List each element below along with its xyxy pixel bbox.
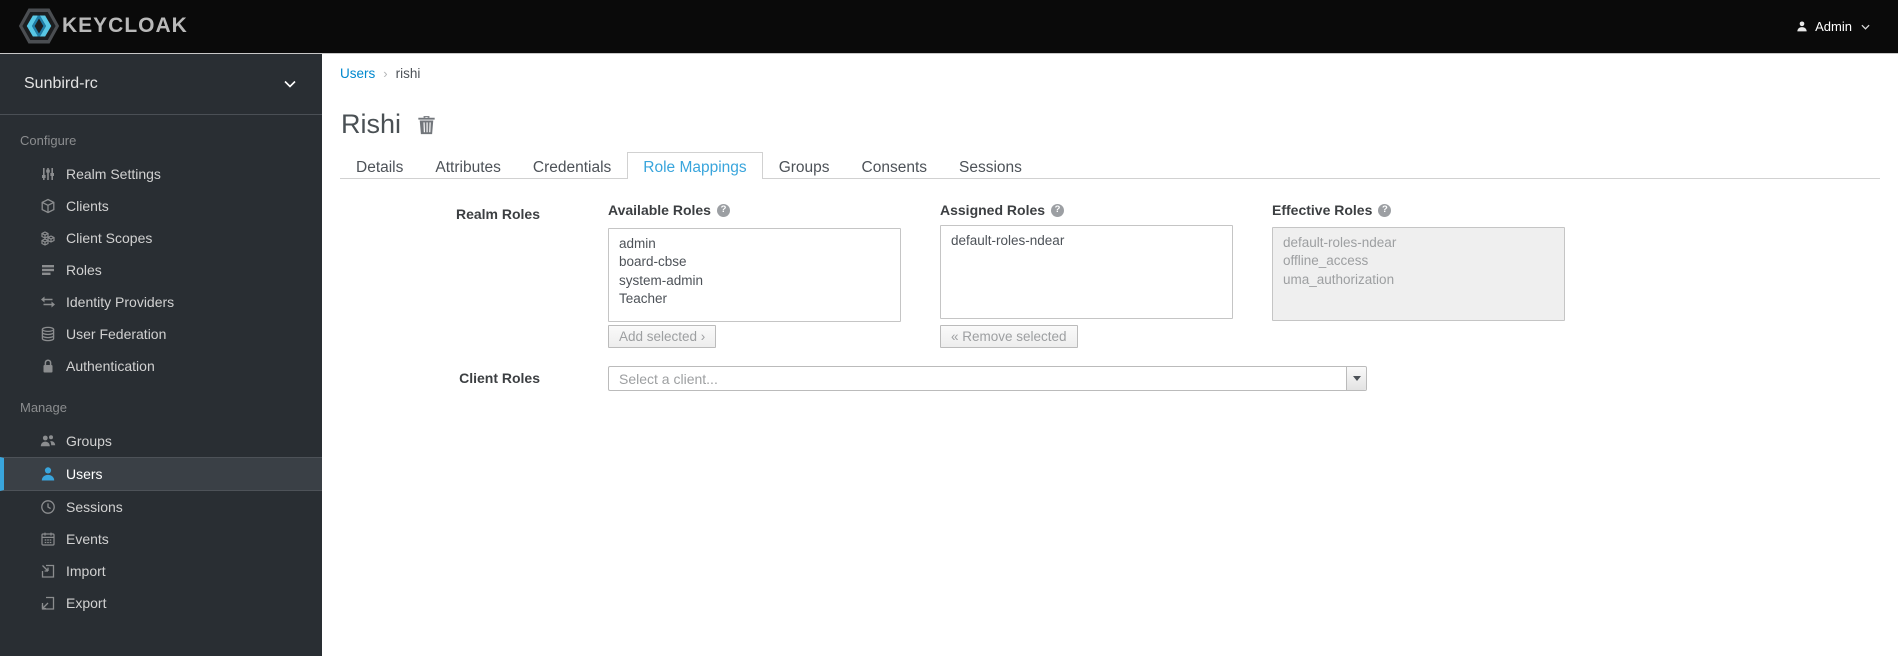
realm-selector[interactable]: Sunbird-rc — [0, 54, 322, 115]
chevron-down-icon — [284, 80, 296, 88]
client-select-input[interactable] — [609, 367, 1346, 390]
available-roles-header: Available Roles ? — [608, 202, 730, 218]
sidebar-item-label: Export — [66, 595, 107, 611]
cube-icon — [40, 198, 56, 214]
effective-roles-listbox: default-roles-ndear offline_access uma_a… — [1272, 227, 1565, 321]
chevron-right-icon: › — [383, 66, 388, 81]
sidebar-item-identity-providers[interactable]: Identity Providers — [0, 286, 322, 318]
effective-roles-header: Effective Roles ? — [1272, 202, 1392, 218]
sidebar-item-label: Authentication — [66, 358, 155, 374]
role-option: uma_authorization — [1283, 271, 1395, 287]
sidebar-item-label: Import — [66, 563, 106, 579]
sidebar-item-label: Events — [66, 531, 109, 547]
role-option: offline_access — [1283, 253, 1369, 269]
import-icon — [40, 563, 56, 579]
sidebar-item-export[interactable]: Export — [0, 587, 322, 619]
tab-groups[interactable]: Groups — [763, 153, 846, 179]
sidebar-item-label: Sessions — [66, 499, 123, 515]
sidebar-nav: Sunbird-rc Configure Realm Settings Clie… — [0, 54, 322, 656]
calendar-icon — [40, 531, 56, 547]
sidebar-item-events[interactable]: Events — [0, 523, 322, 555]
user-menu-label: Admin — [1815, 19, 1852, 34]
add-selected-button[interactable]: Add selected › — [608, 325, 717, 348]
breadcrumb: Users › rishi — [340, 66, 420, 81]
page-title: Rishi — [341, 109, 402, 139]
sidebar-item-label: Groups — [66, 433, 112, 449]
cubes-icon — [40, 230, 56, 246]
available-roles-listbox[interactable]: admin board-cbse system-admin Teacher — [608, 228, 901, 322]
assigned-roles-listbox[interactable]: default-roles-ndear — [940, 225, 1233, 319]
export-icon — [40, 595, 56, 611]
tab-role-mappings[interactable]: Role Mappings — [627, 152, 763, 179]
top-header: KEYCLOAK Admin — [0, 0, 1898, 54]
help-icon[interactable]: ? — [1378, 203, 1392, 217]
keycloak-logo[interactable]: KEYCLOAK — [18, 6, 188, 46]
clock-icon — [40, 499, 56, 515]
help-icon[interactable]: ? — [716, 203, 730, 217]
role-mappings-form: Realm Roles Available Roles ? Assigned R… — [322, 178, 1898, 478]
tab-credentials[interactable]: Credentials — [517, 153, 627, 179]
sidebar-item-users[interactable]: Users — [0, 457, 322, 491]
sidebar-item-realm-settings[interactable]: Realm Settings — [0, 158, 322, 190]
help-icon[interactable]: ? — [1051, 203, 1065, 217]
breadcrumb-users-link[interactable]: Users — [340, 66, 375, 81]
sidebar-item-label: Roles — [66, 262, 102, 278]
sidebar-item-client-scopes[interactable]: Client Scopes — [0, 222, 322, 254]
keycloak-admin-console: KEYCLOAK Admin Sunbird-rc Configure Real… — [0, 0, 1898, 656]
sidebar-section-manage: Manage — [20, 400, 67, 415]
realm-name: Sunbird-rc — [24, 75, 98, 92]
sidebar-item-label: Users — [66, 466, 103, 482]
exchange-icon — [40, 294, 56, 310]
list-icon — [40, 262, 56, 278]
client-roles-label: Client Roles — [459, 370, 540, 386]
tab-bar: Details Attributes Credentials Role Mapp… — [340, 152, 1880, 179]
trash-icon[interactable] — [417, 114, 436, 135]
sidebar-item-label: User Federation — [66, 326, 167, 342]
sidebar-item-groups[interactable]: Groups — [0, 425, 322, 457]
role-option[interactable]: system-admin — [609, 272, 900, 290]
main-content: Users › rishi Rishi Details Attributes C… — [322, 54, 1898, 656]
sidebar-item-authentication[interactable]: Authentication — [0, 350, 322, 382]
sidebar-item-label: Clients — [66, 198, 109, 214]
role-option[interactable]: admin — [609, 235, 900, 253]
role-option: default-roles-ndear — [1283, 235, 1397, 250]
tab-attributes[interactable]: Attributes — [419, 153, 516, 179]
sidebar-item-user-federation[interactable]: User Federation — [0, 318, 322, 350]
role-option[interactable]: default-roles-ndear — [941, 232, 1232, 250]
sliders-icon — [40, 166, 56, 182]
role-option[interactable]: Teacher — [609, 290, 900, 308]
remove-selected-button[interactable]: « Remove selected — [940, 325, 1078, 348]
tab-sessions[interactable]: Sessions — [943, 153, 1038, 179]
sidebar-section-configure: Configure — [20, 133, 77, 148]
user-menu[interactable]: Admin — [1790, 0, 1876, 53]
breadcrumb-current: rishi — [395, 66, 421, 81]
sidebar-item-label: Realm Settings — [66, 166, 161, 182]
database-icon — [40, 326, 56, 342]
role-option[interactable]: board-cbse — [609, 253, 900, 271]
realm-roles-label: Realm Roles — [455, 206, 540, 222]
user-icon — [1796, 20, 1808, 33]
client-select-combobox — [608, 366, 1367, 391]
sidebar-item-label: Client Scopes — [66, 230, 153, 246]
select-dropdown-toggle[interactable] — [1346, 367, 1366, 390]
sidebar-item-sessions[interactable]: Sessions — [0, 491, 322, 523]
assigned-roles-header: Assigned Roles ? — [940, 202, 1065, 218]
sidebar-item-roles[interactable]: Roles — [0, 254, 322, 286]
brand-name: KEYCLOAK — [62, 14, 188, 37]
lock-icon — [40, 358, 56, 374]
sidebar-item-label: Identity Providers — [66, 294, 175, 310]
sidebar-item-import[interactable]: Import — [0, 555, 322, 587]
caret-down-icon — [1352, 376, 1361, 381]
tab-consents[interactable]: Consents — [846, 153, 943, 179]
user-icon — [40, 466, 56, 482]
chevron-down-icon — [1861, 24, 1870, 30]
group-icon — [40, 433, 56, 449]
keycloak-hexagon-icon — [18, 6, 60, 46]
tab-details[interactable]: Details — [340, 153, 419, 179]
sidebar-item-clients[interactable]: Clients — [0, 190, 322, 222]
